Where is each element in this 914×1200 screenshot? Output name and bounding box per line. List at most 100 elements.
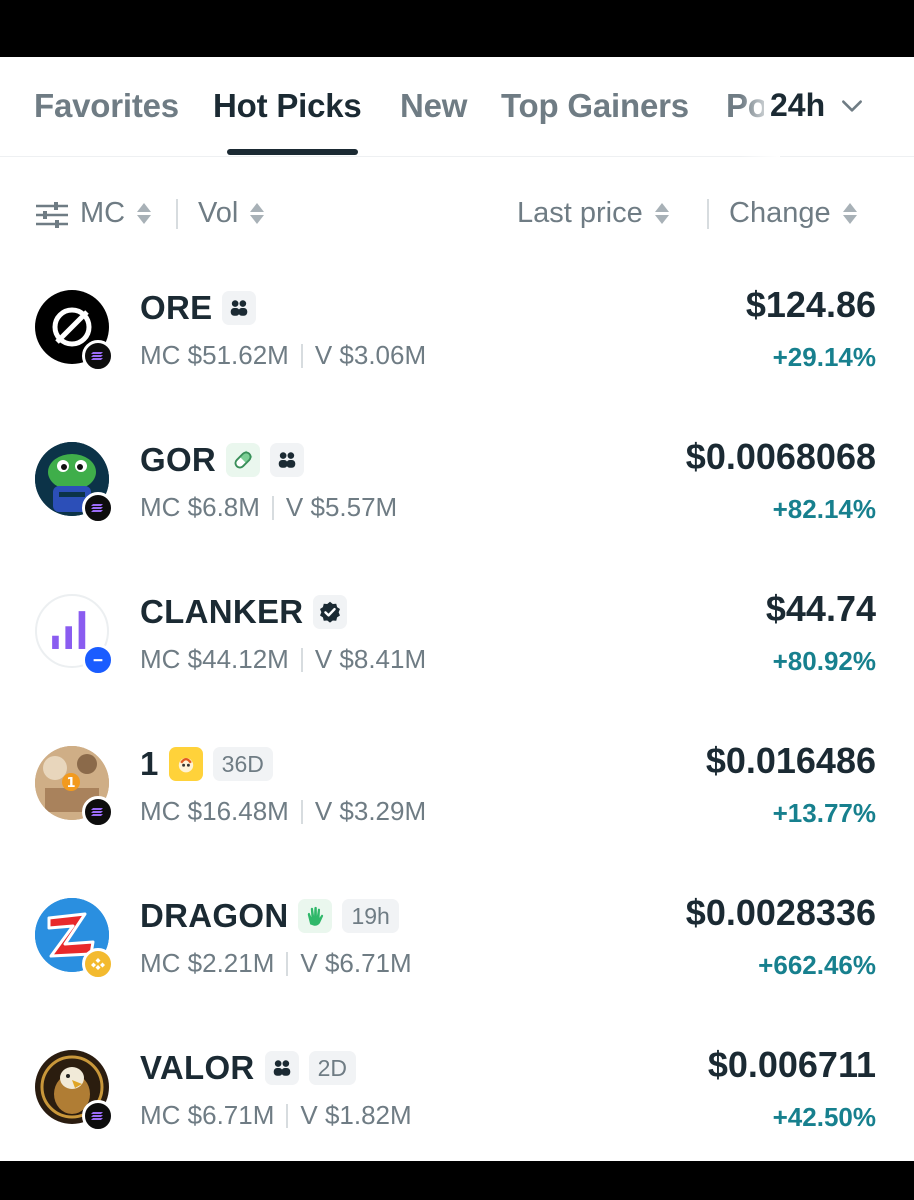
token-row[interactable]: GOR MC $6.8M V $5.57M $0.0068068 +82.14% — [0, 436, 914, 594]
token-name-line: GOR — [140, 440, 305, 480]
last-price: $44.74 — [765, 588, 876, 629]
divider — [176, 199, 178, 229]
token-list-screen: Favorites Hot Picks New Top Gainers Po 2… — [0, 57, 914, 1161]
bnb-icon — [82, 948, 114, 980]
price-change: +662.46% — [758, 950, 876, 980]
period-label: 24h — [770, 87, 826, 123]
token-name: ORE — [140, 289, 213, 326]
price-change: +82.14% — [772, 494, 876, 524]
solana-icon — [82, 1100, 114, 1132]
divider — [286, 1103, 289, 1128]
divider — [707, 199, 709, 229]
token-row[interactable]: VALOR 2D MC $6.71M V $1.82M $0.006711 +4… — [0, 1044, 914, 1161]
active-tab-indicator — [227, 149, 358, 155]
sort-change-label: Change — [729, 197, 831, 229]
price-change: +42.50% — [772, 1102, 876, 1132]
verified-icon — [313, 595, 348, 629]
token-name: CLANKER — [140, 593, 304, 630]
tab-top-gainers[interactable]: Top Gainers — [501, 87, 689, 125]
token-name: DRAGON — [140, 897, 289, 934]
token-name-line: 1 36D — [140, 744, 273, 784]
base-icon — [82, 644, 114, 676]
divider — [300, 343, 303, 368]
token-name-line: DRAGON 19h — [140, 896, 399, 936]
market-cap: MC $44.12M — [140, 644, 289, 674]
pill-icon — [226, 443, 261, 477]
last-price: $0.016486 — [705, 740, 876, 781]
token-name-line: ORE — [140, 288, 257, 328]
token-name: GOR — [140, 441, 217, 478]
chevron-down-icon — [842, 99, 863, 112]
token-stats: MC $44.12M V $8.41M — [140, 644, 426, 675]
sort-arrows-icon — [137, 203, 152, 224]
community-icon — [270, 443, 305, 477]
market-cap: MC $6.71M — [140, 1100, 275, 1130]
token-name-line: CLANKER — [140, 592, 348, 632]
volume: V $5.57M — [285, 492, 398, 522]
token-name-line: VALOR 2D — [140, 1048, 356, 1088]
solana-icon — [82, 796, 114, 828]
token-name: VALOR — [140, 1049, 255, 1086]
price-change: +80.92% — [772, 646, 876, 676]
solana-icon — [82, 492, 114, 524]
period-selector[interactable]: 24h — [770, 87, 865, 124]
sort-arrows-icon — [654, 203, 669, 224]
sort-mc-label: MC — [80, 197, 126, 229]
token-age: 36D — [212, 747, 273, 781]
status-bar — [0, 0, 914, 57]
last-price: $0.0068068 — [685, 436, 876, 477]
divider — [300, 647, 303, 672]
token-stats: MC $2.21M V $6.71M — [140, 948, 412, 979]
sort-vol[interactable]: Vol — [198, 197, 265, 230]
last-price: $0.006711 — [707, 1044, 876, 1085]
price-change: +13.77% — [772, 798, 876, 828]
token-stats: MC $16.48M V $3.29M — [140, 796, 426, 827]
token-row[interactable]: 1 1 36D MC $16.48M V $3.29M $0.016486 +1… — [0, 740, 914, 898]
market-cap: MC $51.62M — [140, 340, 289, 370]
wave-hand-icon — [298, 899, 333, 933]
tab-strip[interactable]: Favorites Hot Picks New Top Gainers Po — [34, 57, 764, 157]
tab-hot-picks[interactable]: Hot Picks — [213, 87, 362, 125]
token-stats: MC $51.62M V $3.06M — [140, 340, 426, 371]
token-row[interactable]: DRAGON 19h MC $2.21M V $6.71M $0.0028336… — [0, 892, 914, 1050]
community-icon — [264, 1051, 299, 1085]
launchpad-icon — [168, 747, 203, 781]
sort-arrows-icon — [250, 203, 265, 224]
svg-text:1: 1 — [66, 776, 75, 791]
sort-header: MC Vol Last price Change — [0, 187, 914, 241]
token-row[interactable]: ORE MC $51.62M V $3.06M $124.86 +29.14% — [0, 284, 914, 442]
tab-new[interactable]: New — [400, 87, 467, 125]
volume: V $8.41M — [314, 644, 427, 674]
volume: V $3.29M — [314, 796, 427, 826]
tab-favorites[interactable]: Favorites — [34, 87, 179, 125]
volume: V $3.06M — [314, 340, 427, 370]
volume: V $6.71M — [300, 948, 412, 978]
volume: V $1.82M — [300, 1100, 412, 1130]
sliders-icon[interactable] — [36, 201, 68, 229]
token-age: 19h — [342, 899, 399, 933]
market-cap: MC $16.48M — [140, 796, 289, 826]
last-price: $0.0028336 — [685, 892, 876, 933]
sort-mc[interactable]: MC — [80, 197, 152, 230]
sort-vol-label: Vol — [198, 197, 239, 229]
divider — [300, 799, 303, 824]
community-icon — [222, 291, 257, 325]
token-age: 2D — [308, 1051, 356, 1085]
navigation-bar — [0, 1161, 914, 1200]
sort-change[interactable]: Change — [729, 197, 857, 230]
divider — [286, 951, 289, 976]
last-price: $124.86 — [745, 284, 876, 325]
token-name: 1 — [140, 745, 159, 782]
market-cap: MC $6.8M — [140, 492, 260, 522]
token-stats: MC $6.8M V $5.57M — [140, 492, 397, 523]
category-tabs: Favorites Hot Picks New Top Gainers Po 2… — [0, 57, 914, 157]
sort-last-price-label: Last price — [517, 197, 643, 229]
solana-icon — [82, 340, 114, 372]
token-stats: MC $6.71M V $1.82M — [140, 1100, 412, 1131]
divider — [271, 495, 274, 520]
sort-last-price[interactable]: Last price — [517, 197, 669, 230]
sort-arrows-icon — [842, 203, 857, 224]
price-change: +29.14% — [772, 342, 876, 372]
token-row[interactable]: CLANKER MC $44.12M V $8.41M $44.74 +80.9… — [0, 588, 914, 746]
market-cap: MC $2.21M — [140, 948, 275, 978]
